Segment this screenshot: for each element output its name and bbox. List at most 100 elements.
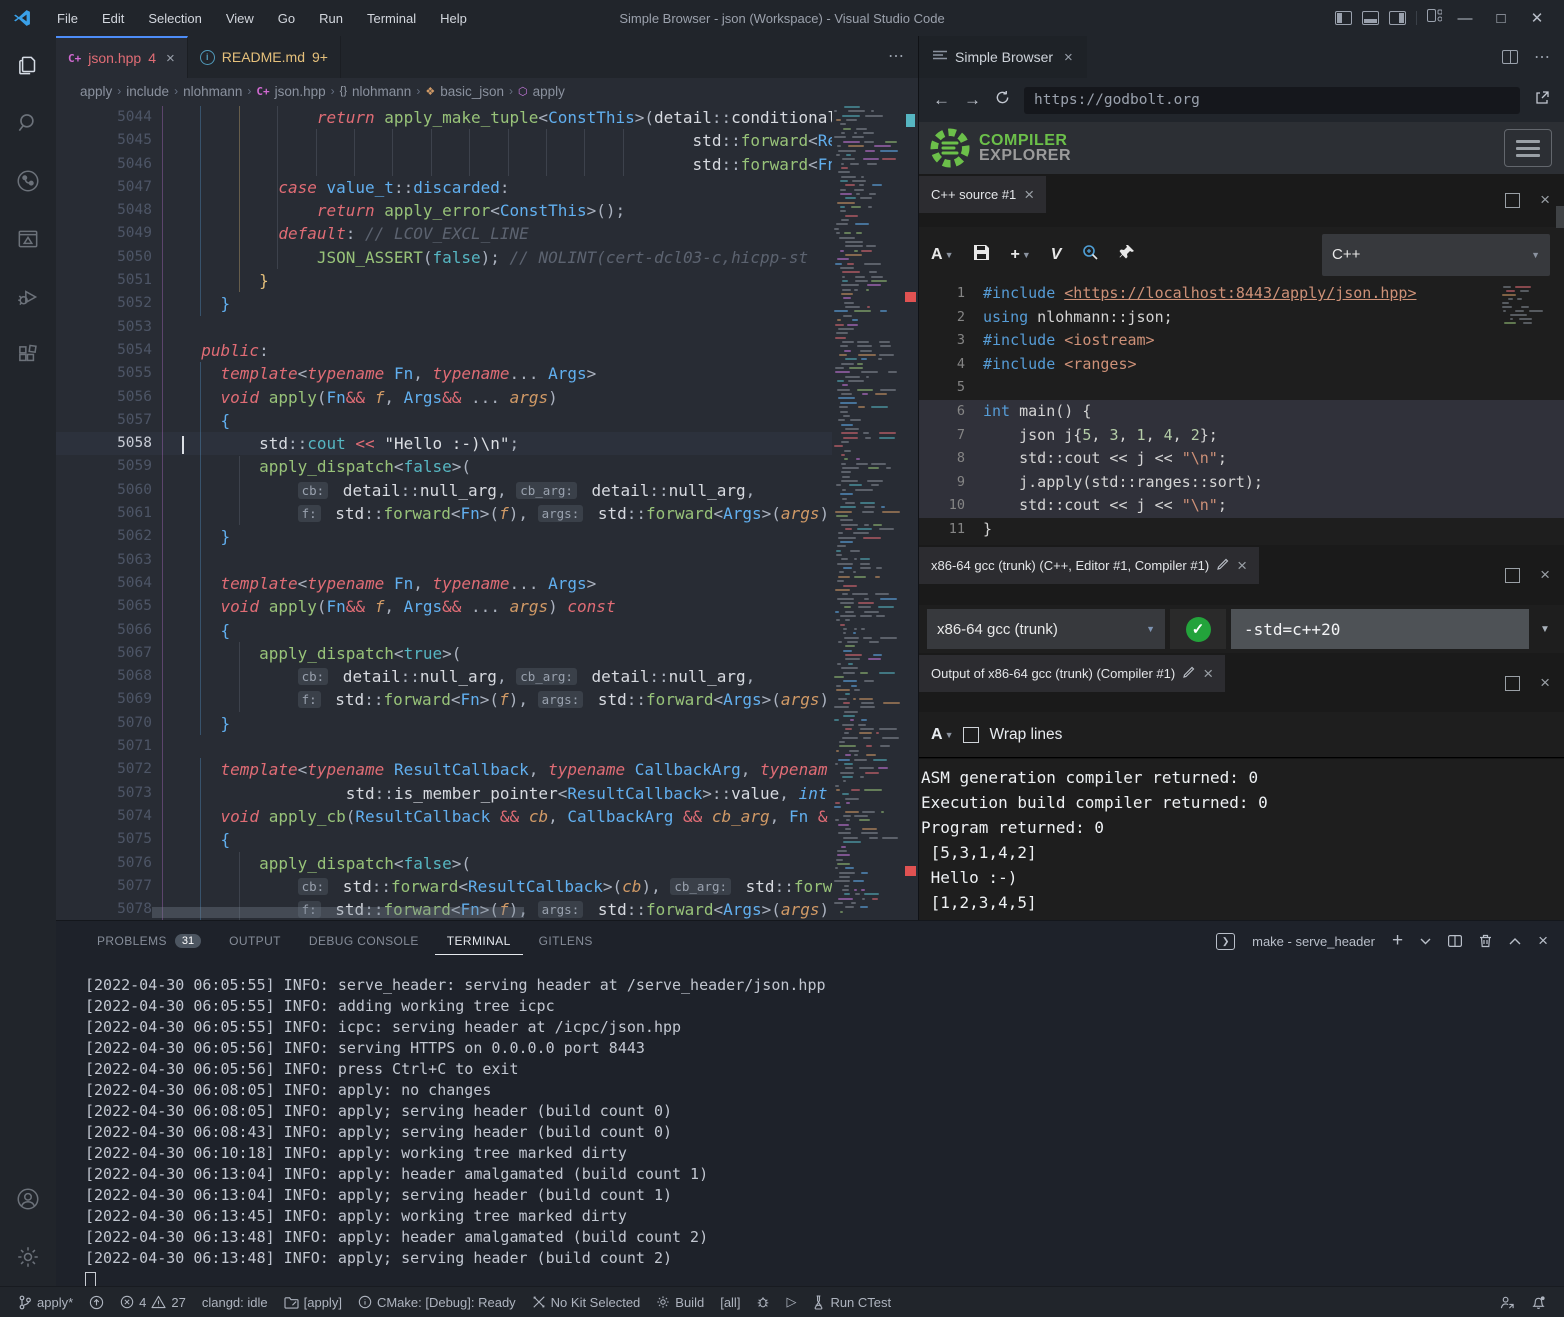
tab-json-hpp[interactable]: C+ json.hpp 4 × xyxy=(56,36,188,78)
code-line[interactable]: 10 std::cout << j << "\n"; xyxy=(919,494,1564,518)
code-line[interactable]: 5076 apply_dispatch<false>( xyxy=(56,852,832,875)
code-line[interactable]: 5064 template<typename Fn, typename... A… xyxy=(56,572,832,595)
code-line[interactable]: 5072 template<typename ResultCallback, t… xyxy=(56,758,832,781)
terminal-dropdown-icon[interactable] xyxy=(1420,938,1431,945)
code-line[interactable]: 5069 f: std::forward<Fn>(f), args: std::… xyxy=(56,688,832,711)
code-line[interactable]: 5049 default: // LCOV_EXCL_LINE xyxy=(56,222,832,245)
code-line[interactable]: 5074 void apply_cb(ResultCallback && cb,… xyxy=(56,805,832,828)
build-target[interactable]: [all] xyxy=(712,1287,748,1317)
close-button[interactable]: ✕ xyxy=(1524,9,1550,27)
tab-output[interactable]: OUTPUT xyxy=(217,928,293,955)
rename-icon[interactable] xyxy=(1217,558,1229,573)
hamburger-menu-icon[interactable] xyxy=(1504,129,1552,167)
code-line[interactable]: 1#include <https://localhost:8443/apply/… xyxy=(919,282,1564,306)
menu-file[interactable]: File xyxy=(46,7,89,30)
code-line[interactable]: 5056 void apply(Fn&& f, Args&& ... args) xyxy=(56,386,832,409)
kit-selector[interactable]: No Kit Selected xyxy=(524,1287,649,1317)
breadcrumb-item[interactable]: include xyxy=(126,84,169,99)
pin-icon[interactable] xyxy=(1119,244,1135,265)
explorer-icon[interactable] xyxy=(0,36,56,94)
settings-gear-icon[interactable] xyxy=(0,1228,56,1286)
menu-terminal[interactable]: Terminal xyxy=(356,7,427,30)
forward-icon[interactable]: → xyxy=(964,90,981,110)
tab-problems[interactable]: PROBLEMS 31 xyxy=(85,928,213,955)
url-input[interactable]: https://godbolt.org xyxy=(1024,87,1520,114)
split-editor-icon[interactable] xyxy=(1502,50,1518,64)
account-icon[interactable] xyxy=(0,1170,56,1228)
notifications-bell-icon[interactable] xyxy=(1523,1295,1554,1310)
menu-run[interactable]: Run xyxy=(308,7,354,30)
close-icon[interactable]: × xyxy=(1024,185,1034,205)
compiler-tab[interactable]: x86-64 gcc (trunk) (C++, Editor #1, Comp… xyxy=(919,547,1259,584)
menu-selection[interactable]: Selection xyxy=(137,7,212,30)
customize-layout-icon[interactable] xyxy=(1427,9,1442,27)
tab-debug-console[interactable]: DEBUG CONSOLE xyxy=(297,928,431,955)
code-line[interactable]: 5063 xyxy=(56,549,832,572)
tab-gitlens[interactable]: GITLENS xyxy=(527,928,605,955)
close-tab-icon[interactable]: × xyxy=(166,50,175,67)
code-line[interactable]: 5068 cb: detail::null_arg, cb_arg: detai… xyxy=(56,665,832,688)
kill-terminal-icon[interactable] xyxy=(1479,934,1492,948)
add-pane-icon[interactable]: +▼ xyxy=(1010,246,1030,264)
code-line[interactable]: 5077 cb: std::forward<ResultCallback>(cb… xyxy=(56,875,832,898)
tab-simple-browser[interactable]: Simple Browser × xyxy=(919,36,1087,78)
code-line[interactable]: 5048 return apply_error<ConstThis>(); xyxy=(56,199,832,222)
code-line[interactable]: 5075 { xyxy=(56,828,832,851)
wrap-lines-checkbox[interactable] xyxy=(963,727,979,743)
horizontal-scrollbar[interactable] xyxy=(152,907,524,918)
launch-icon[interactable]: ▷ xyxy=(778,1287,804,1317)
code-area[interactable]: 5044 return apply_make_tuple<ConstThis>(… xyxy=(56,106,832,920)
reload-icon[interactable] xyxy=(995,90,1010,110)
code-line[interactable]: 5067 apply_dispatch<true>( xyxy=(56,642,832,665)
extensions-icon[interactable] xyxy=(0,326,56,384)
maximize-pane-icon[interactable] xyxy=(1505,193,1520,208)
close-panel-icon[interactable]: × xyxy=(1538,931,1548,951)
ce-source-editor[interactable]: 1#include <https://localhost:8443/apply/… xyxy=(919,282,1564,545)
remote-account-icon[interactable] xyxy=(1491,1295,1523,1310)
cmake-folder[interactable]: [apply] xyxy=(276,1287,350,1317)
terminal-output[interactable]: [2022-04-30 06:05:55] INFO: serve_header… xyxy=(85,975,1535,1290)
problems-indicator[interactable]: 4 27 xyxy=(112,1287,194,1317)
cmake-status[interactable]: CMake: [Debug]: Ready xyxy=(350,1287,524,1317)
code-line[interactable]: 5 xyxy=(919,376,1564,400)
split-terminal-icon[interactable] xyxy=(1448,935,1462,947)
breadcrumb-item[interactable]: apply xyxy=(80,84,112,99)
more-actions-icon[interactable]: ⋯ xyxy=(1534,47,1550,67)
source-control-icon[interactable] xyxy=(0,152,56,210)
code-line[interactable]: 5061 f: std::forward<Fn>(f), args: std::… xyxy=(56,502,832,525)
code-line[interactable]: 5053 xyxy=(56,316,832,339)
font-size-icon[interactable]: A▼ xyxy=(931,726,953,744)
tab-terminal[interactable]: TERMINAL xyxy=(435,928,523,955)
compiler-options-input[interactable]: -std=c++20 xyxy=(1231,609,1529,649)
editor-more-actions-icon[interactable]: ⋯ xyxy=(888,36,918,78)
close-pane-icon[interactable]: × xyxy=(1540,190,1550,210)
tab-readme-md[interactable]: i README.md 9+ xyxy=(188,36,341,78)
open-external-icon[interactable] xyxy=(1534,90,1550,111)
compiler-select[interactable]: x86-64 gcc (trunk) ▼ xyxy=(927,609,1165,649)
toggle-panel-icon[interactable] xyxy=(1362,11,1379,25)
code-line[interactable]: 8 std::cout << j << "\n"; xyxy=(919,447,1564,471)
code-line[interactable]: 4#include <ranges> xyxy=(919,353,1564,377)
debug-icon[interactable] xyxy=(748,1287,778,1317)
minimize-button[interactable]: — xyxy=(1452,10,1478,27)
run-debug-icon[interactable] xyxy=(0,268,56,326)
menu-go[interactable]: Go xyxy=(267,7,306,30)
build-button[interactable]: Build xyxy=(648,1287,712,1317)
options-dropdown-icon[interactable]: ▼ xyxy=(1534,624,1556,635)
maximize-pane-icon[interactable] xyxy=(1505,568,1520,583)
code-line[interactable]: 5071 xyxy=(56,735,832,758)
menu-view[interactable]: View xyxy=(215,7,265,30)
toggle-secondary-sidebar-icon[interactable] xyxy=(1389,11,1406,25)
breadcrumb-item[interactable]: nlohmann xyxy=(183,84,242,99)
minimap[interactable] xyxy=(832,104,902,920)
rename-icon[interactable] xyxy=(1183,666,1195,681)
save-icon[interactable] xyxy=(973,244,990,266)
menu-help[interactable]: Help xyxy=(429,7,478,30)
maximize-pane-icon[interactable] xyxy=(1505,676,1520,691)
terminal-instance-label[interactable]: make - serve_header xyxy=(1252,934,1375,949)
close-pane-icon[interactable]: × xyxy=(1540,673,1550,693)
maximize-button[interactable]: □ xyxy=(1488,10,1514,27)
cmake-icon[interactable] xyxy=(0,210,56,268)
clangd-status[interactable]: clangd: idle xyxy=(194,1287,276,1317)
search-icon[interactable] xyxy=(0,94,56,152)
